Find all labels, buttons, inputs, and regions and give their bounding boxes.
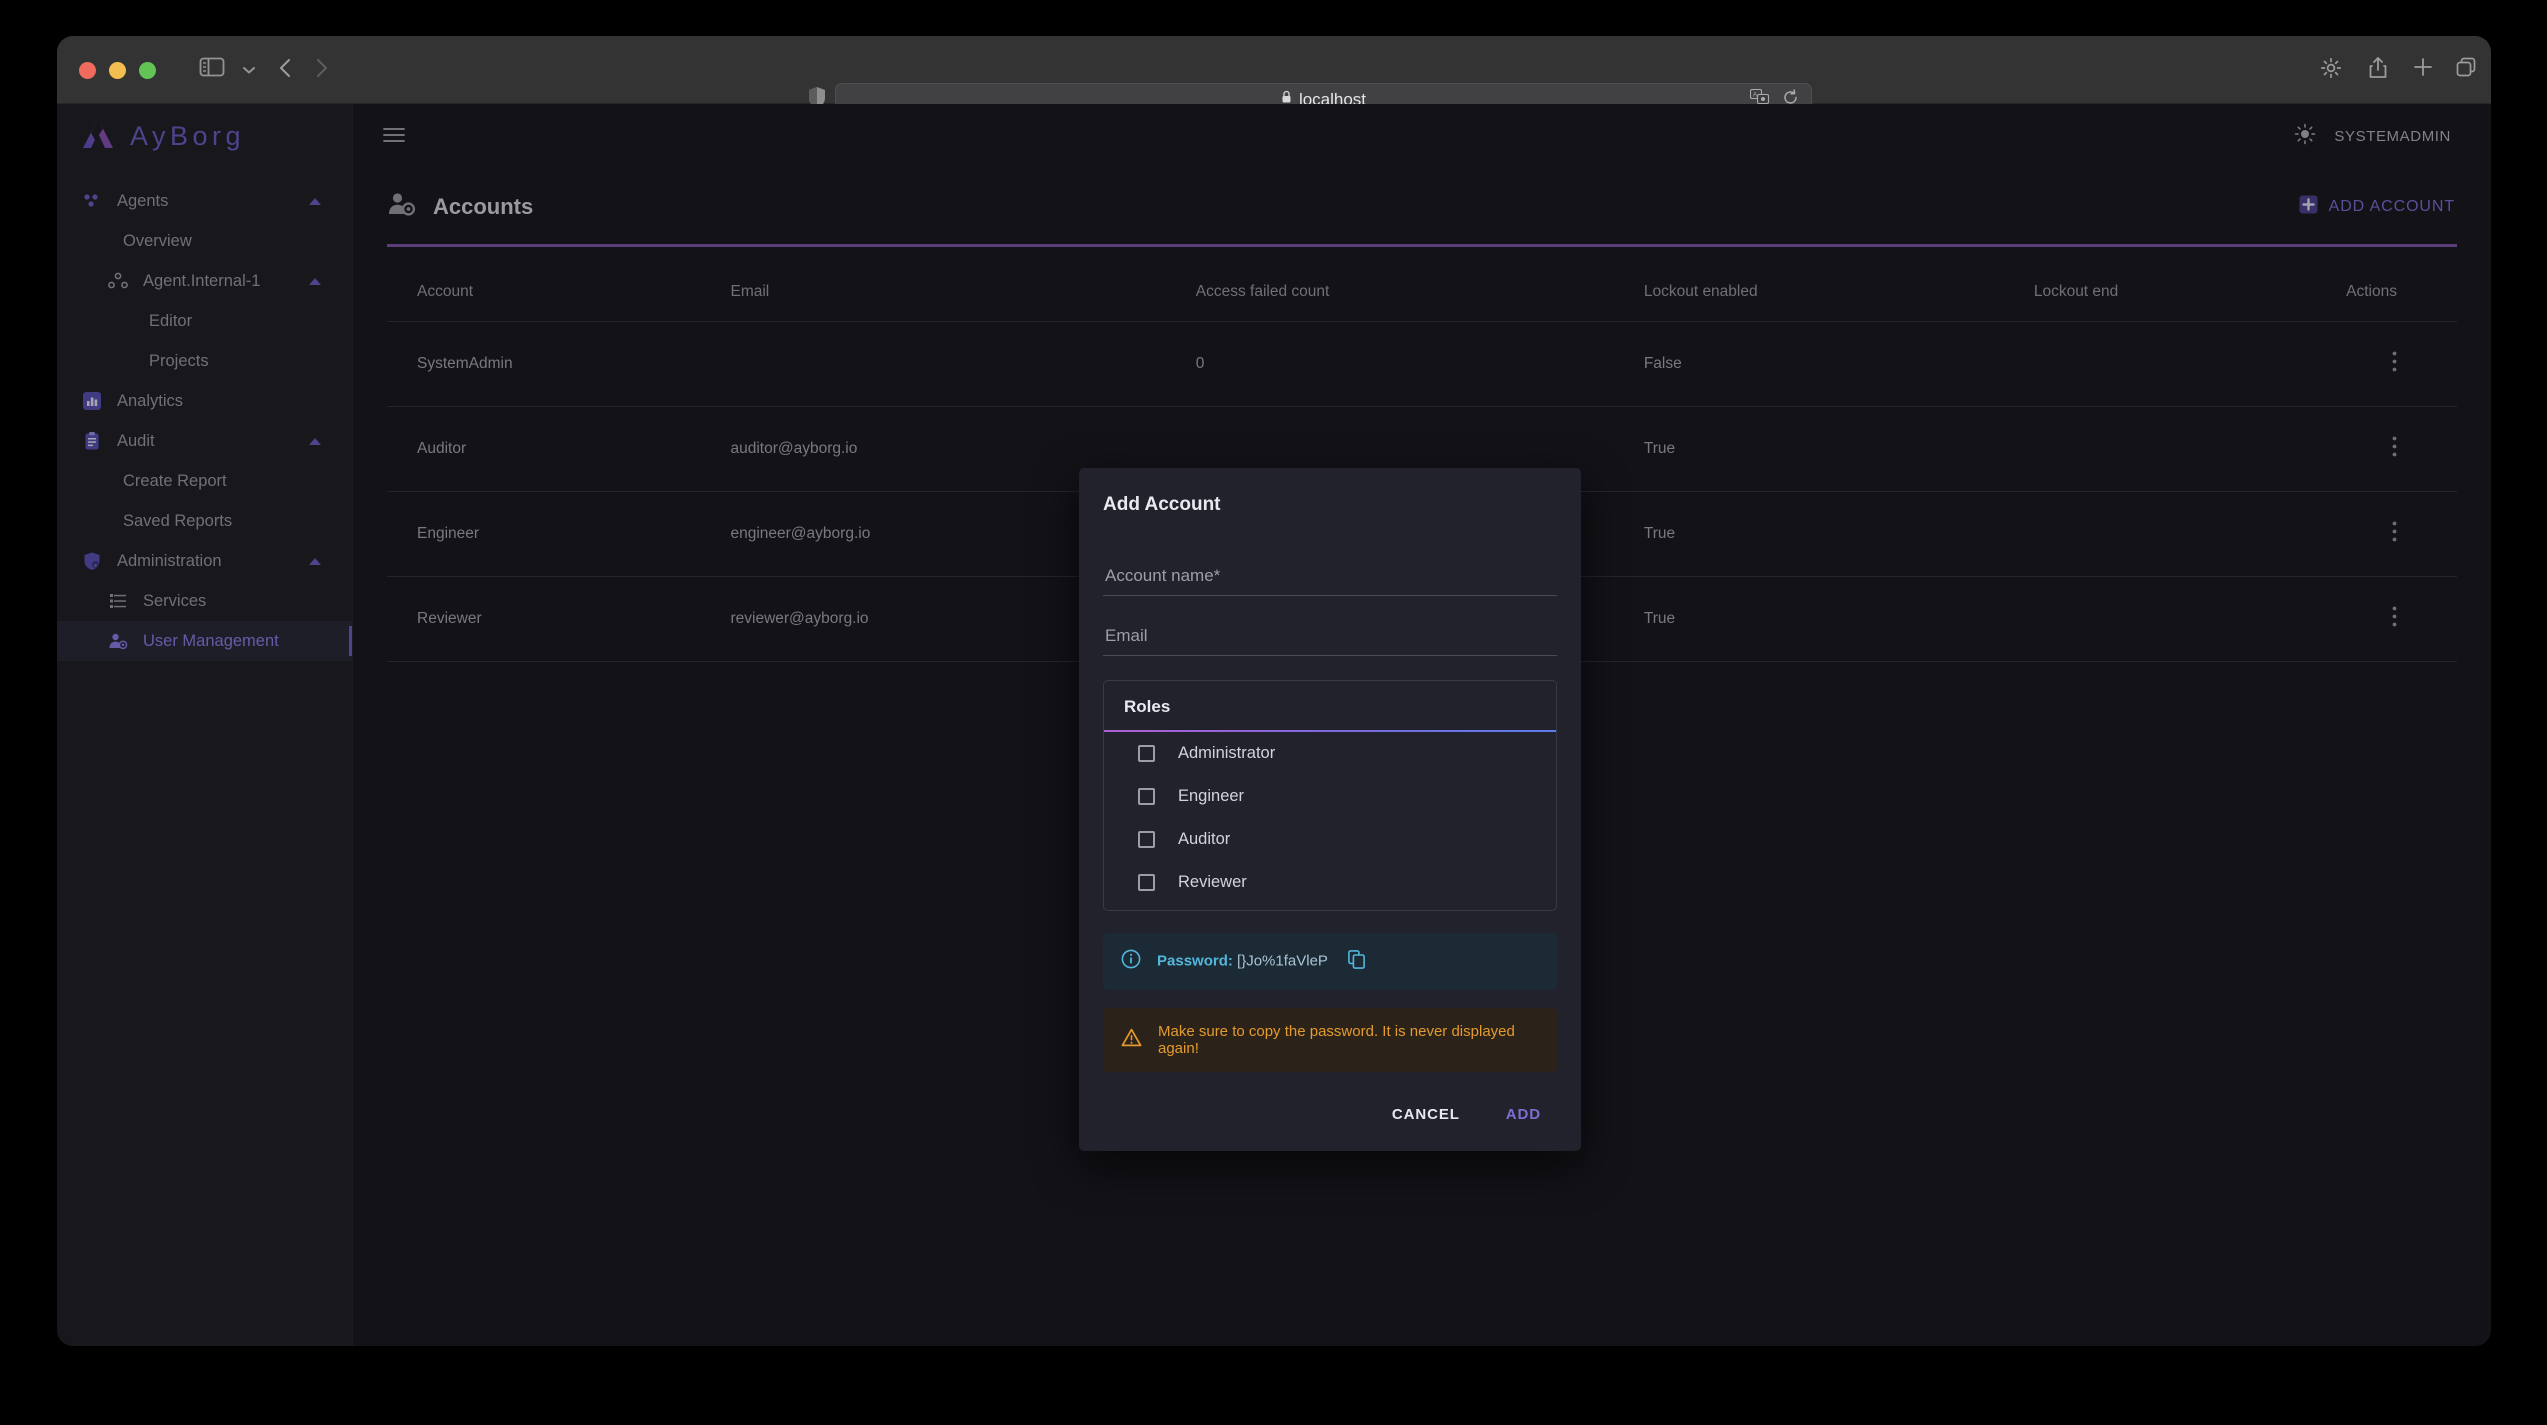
share-icon[interactable] bbox=[2367, 56, 2389, 85]
role-label: Administrator bbox=[1178, 744, 1276, 762]
password-info-alert: Password: [}Jo%1faVleP bbox=[1103, 933, 1557, 990]
maximize-window-button[interactable] bbox=[139, 62, 156, 79]
cancel-button[interactable]: CANCEL bbox=[1376, 1096, 1476, 1133]
role-label: Engineer bbox=[1178, 787, 1245, 805]
info-icon bbox=[1121, 949, 1141, 974]
role-label: Auditor bbox=[1178, 830, 1231, 848]
email-input[interactable] bbox=[1105, 626, 1555, 646]
browser-window: localhost A AyBorg Agents Overview Agent… bbox=[57, 36, 2491, 1346]
copy-icon[interactable] bbox=[1347, 950, 1365, 973]
checkbox-unchecked-icon[interactable] bbox=[1138, 874, 1155, 891]
email-field[interactable] bbox=[1103, 620, 1557, 656]
account-name-input[interactable] bbox=[1105, 566, 1555, 586]
roles-title: Roles bbox=[1124, 697, 1171, 716]
roles-panel: Roles Administrator Engineer Auditor Rev… bbox=[1103, 680, 1557, 911]
tabs-overview-button[interactable] bbox=[2455, 56, 2477, 83]
dialog-title: Add Account bbox=[1103, 494, 1221, 515]
role-option-reviewer[interactable]: Reviewer bbox=[1104, 861, 1556, 910]
add-button[interactable]: ADD bbox=[1490, 1096, 1557, 1133]
gear-icon[interactable] bbox=[2319, 56, 2343, 85]
role-option-auditor[interactable]: Auditor bbox=[1104, 818, 1556, 861]
chevron-down-icon[interactable] bbox=[242, 62, 256, 80]
password-text: Password: [}Jo%1faVleP bbox=[1157, 950, 1365, 973]
svg-text:A: A bbox=[1753, 93, 1757, 99]
password-value: [}Jo%1faVleP bbox=[1237, 952, 1328, 970]
role-option-administrator[interactable]: Administrator bbox=[1104, 732, 1556, 775]
password-label: Password: bbox=[1157, 952, 1233, 970]
warning-triangle-icon bbox=[1121, 1028, 1142, 1052]
sidebar-toggle-icon[interactable] bbox=[199, 56, 225, 83]
dialog-actions: CANCEL ADD bbox=[1103, 1092, 1557, 1133]
close-window-button[interactable] bbox=[79, 62, 96, 79]
new-tab-button[interactable] bbox=[2412, 56, 2434, 83]
traffic-lights bbox=[79, 62, 156, 79]
checkbox-unchecked-icon[interactable] bbox=[1138, 831, 1155, 848]
role-option-engineer[interactable]: Engineer bbox=[1104, 775, 1556, 818]
checkbox-unchecked-icon[interactable] bbox=[1138, 788, 1155, 805]
minimize-window-button[interactable] bbox=[109, 62, 126, 79]
app-root: AyBorg Agents Overview Agent.Internal-1 … bbox=[57, 104, 2491, 1346]
checkbox-unchecked-icon[interactable] bbox=[1138, 745, 1155, 762]
browser-toolbar: localhost A bbox=[57, 36, 2491, 116]
warning-text: Make sure to copy the password. It is ne… bbox=[1158, 1023, 1515, 1057]
back-button[interactable] bbox=[275, 56, 297, 85]
role-label: Reviewer bbox=[1178, 873, 1247, 891]
add-account-dialog: Add Account Roles Administrator Engineer bbox=[1079, 468, 1581, 1151]
account-name-field[interactable] bbox=[1103, 560, 1557, 596]
password-warning-alert: Make sure to copy the password. It is ne… bbox=[1103, 1008, 1557, 1072]
forward-button[interactable] bbox=[310, 56, 332, 85]
